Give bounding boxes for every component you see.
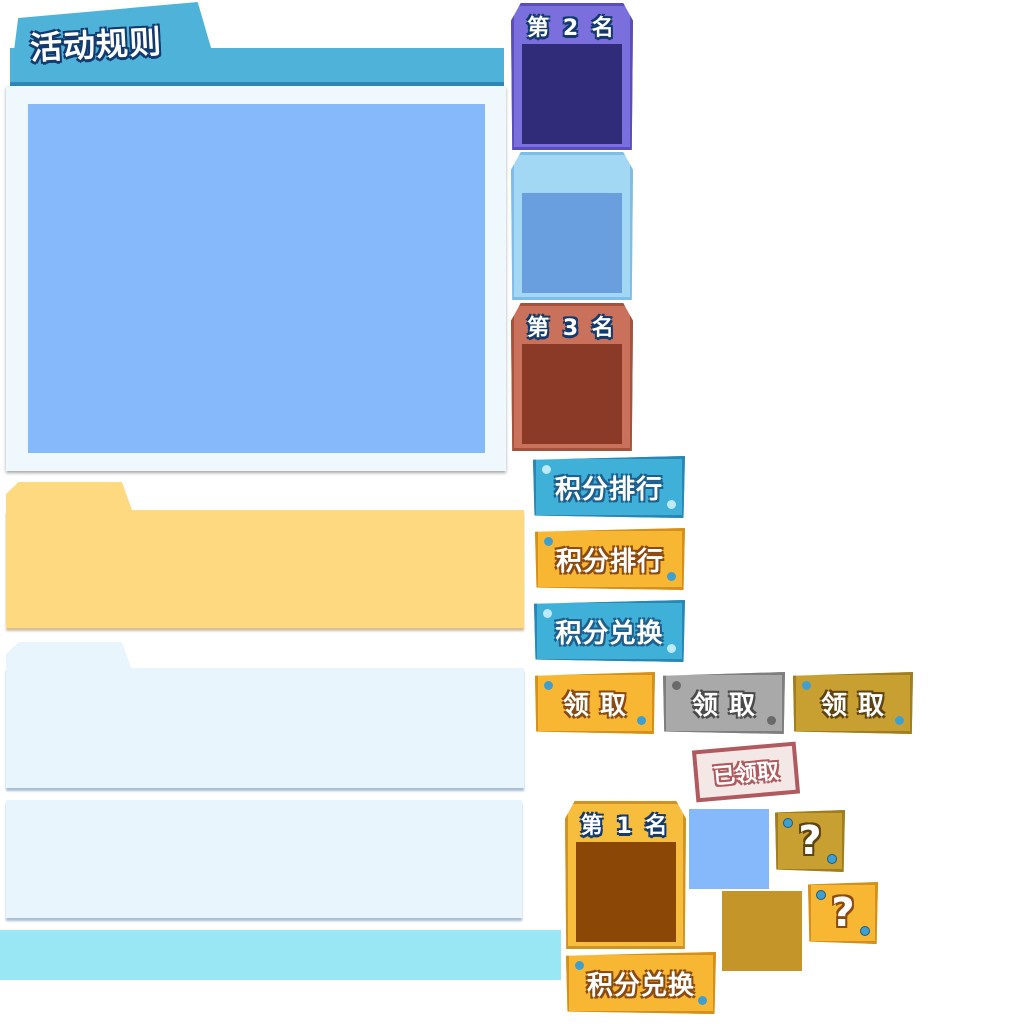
question-mark-icon: ?: [831, 890, 855, 936]
rivet-icon: [544, 681, 553, 690]
rivet-icon: [895, 716, 904, 725]
claim-button-label: 领 取: [691, 690, 757, 721]
rank-1-label: 第 1 名: [580, 814, 671, 839]
rivet-icon: [767, 716, 776, 725]
ranking-button-label: 积分排行: [554, 474, 663, 505]
question-mark-icon: ?: [798, 818, 822, 864]
rivet-icon: [637, 716, 646, 725]
rank-2-slot: [522, 44, 622, 144]
rivet-icon: [543, 609, 552, 618]
blank-rank-card: [511, 152, 633, 300]
rivet-icon: [802, 681, 811, 690]
ranking-button-orange[interactable]: 积分排行: [535, 528, 685, 590]
exchange-button-orange[interactable]: 积分兑换: [566, 952, 716, 1014]
claim-button-label: 领 取: [820, 690, 886, 721]
ranking-button-label: 积分排行: [555, 546, 664, 577]
rank-2-label: 第 2 名: [527, 16, 617, 41]
gold-square-slot: [722, 891, 802, 971]
rules-content-area: [28, 104, 485, 453]
rivet-icon: [542, 465, 551, 474]
rivet-icon: [698, 996, 707, 1005]
yellow-folder-body: [6, 510, 524, 628]
rivet-icon: [544, 537, 553, 546]
mystery-card-orange[interactable]: ?: [808, 882, 878, 944]
yellow-folder-panel: [4, 480, 528, 634]
exchange-button-label: 积分兑换: [586, 970, 695, 1001]
rank-1-card: 第 1 名: [565, 801, 686, 949]
rivet-icon: [783, 818, 793, 828]
rivet-icon: [827, 854, 837, 864]
rules-title: 活动规则: [29, 22, 164, 68]
ranking-button-blue[interactable]: 积分排行: [533, 456, 685, 518]
rivet-icon: [667, 572, 676, 581]
blue-square-slot: [689, 809, 769, 889]
rivet-icon: [667, 644, 676, 653]
rivet-icon: [667, 500, 676, 509]
claim-button-gold[interactable]: 领 取: [793, 672, 913, 734]
exchange-button-label: 积分兑换: [555, 618, 664, 649]
rivet-icon: [575, 961, 584, 970]
exchange-button-blue[interactable]: 积分兑换: [534, 600, 685, 662]
rank-2-card: 第 2 名: [511, 3, 633, 150]
light-folder-body: [6, 668, 524, 788]
light-folder-panel: [4, 640, 528, 794]
claimed-stamp: 已领取: [691, 741, 801, 803]
claimed-stamp-label: 已领取: [712, 759, 781, 790]
claim-button-label: 领 取: [562, 690, 628, 721]
blank-rank-slot: [522, 193, 622, 293]
rank-3-label: 第 3 名: [527, 316, 617, 341]
mystery-card-gold[interactable]: ?: [775, 810, 845, 872]
rivet-icon: [672, 681, 681, 690]
rank-3-card: 第 3 名: [511, 303, 633, 451]
claim-button-gray[interactable]: 领 取: [663, 672, 785, 734]
light-plain-panel: [6, 800, 522, 918]
rank-3-slot: [522, 344, 622, 444]
rank-1-slot: [576, 842, 676, 942]
rules-panel: 活动规则: [4, 0, 508, 475]
rivet-icon: [860, 926, 870, 936]
rivet-icon: [816, 890, 826, 900]
cyan-bar: [0, 930, 561, 980]
claim-button-orange[interactable]: 领 取: [535, 672, 655, 734]
